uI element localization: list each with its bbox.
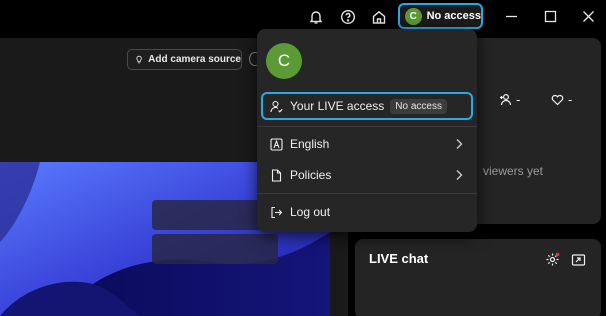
status-badge: No access bbox=[390, 98, 447, 114]
bell-icon[interactable] bbox=[305, 6, 327, 28]
followers-value: - bbox=[516, 92, 521, 107]
account-menu: C Your LIVE access No access English Pol… bbox=[257, 29, 477, 232]
menu-item-language[interactable]: English bbox=[261, 130, 473, 158]
add-user-icon bbox=[500, 93, 512, 106]
maximize-icon[interactable] bbox=[537, 4, 563, 28]
menu-item-policies[interactable]: Policies bbox=[261, 161, 473, 189]
home-icon[interactable] bbox=[368, 6, 390, 28]
account-button[interactable]: C No access bbox=[398, 3, 483, 29]
menu-divider bbox=[257, 126, 477, 127]
live-chat-panel: LIVE chat bbox=[355, 239, 601, 316]
overlay-placeholder bbox=[152, 234, 278, 264]
popout-chat-icon[interactable] bbox=[571, 252, 586, 267]
menu-item-logout[interactable]: Log out bbox=[261, 198, 473, 226]
logout-icon bbox=[271, 206, 283, 218]
chat-settings-icon[interactable] bbox=[545, 252, 560, 267]
menu-divider bbox=[257, 193, 477, 194]
menu-item-label: Log out bbox=[290, 205, 331, 219]
close-icon[interactable] bbox=[575, 4, 601, 28]
likes-stat: - bbox=[551, 92, 572, 107]
add-camera-source-label: Add camera source bbox=[148, 54, 241, 65]
menu-item-label: English bbox=[290, 137, 330, 151]
chevron-right-icon bbox=[456, 170, 463, 180]
account-status-label: No access bbox=[426, 10, 481, 22]
user-check-icon bbox=[270, 100, 283, 113]
minimize-icon[interactable] bbox=[498, 4, 524, 28]
add-camera-source-button[interactable]: Add camera source bbox=[127, 49, 242, 70]
menu-item-live-access[interactable]: Your LIVE access No access bbox=[261, 92, 473, 120]
menu-item-label: Your LIVE access bbox=[290, 99, 385, 113]
help-icon[interactable] bbox=[337, 6, 359, 28]
likes-value: - bbox=[568, 92, 573, 107]
language-icon bbox=[270, 137, 283, 151]
chevron-right-icon bbox=[456, 139, 463, 149]
menu-avatar: C bbox=[266, 43, 302, 79]
lightbulb-icon bbox=[136, 55, 142, 64]
chat-title: LIVE chat bbox=[369, 251, 429, 266]
menu-item-label: Policies bbox=[290, 168, 332, 182]
avatar: C bbox=[405, 7, 422, 25]
followers-stat: - bbox=[499, 92, 520, 107]
viewers-empty-text: viewers yet bbox=[483, 164, 544, 178]
document-icon bbox=[271, 168, 282, 182]
heart-icon bbox=[551, 94, 564, 106]
